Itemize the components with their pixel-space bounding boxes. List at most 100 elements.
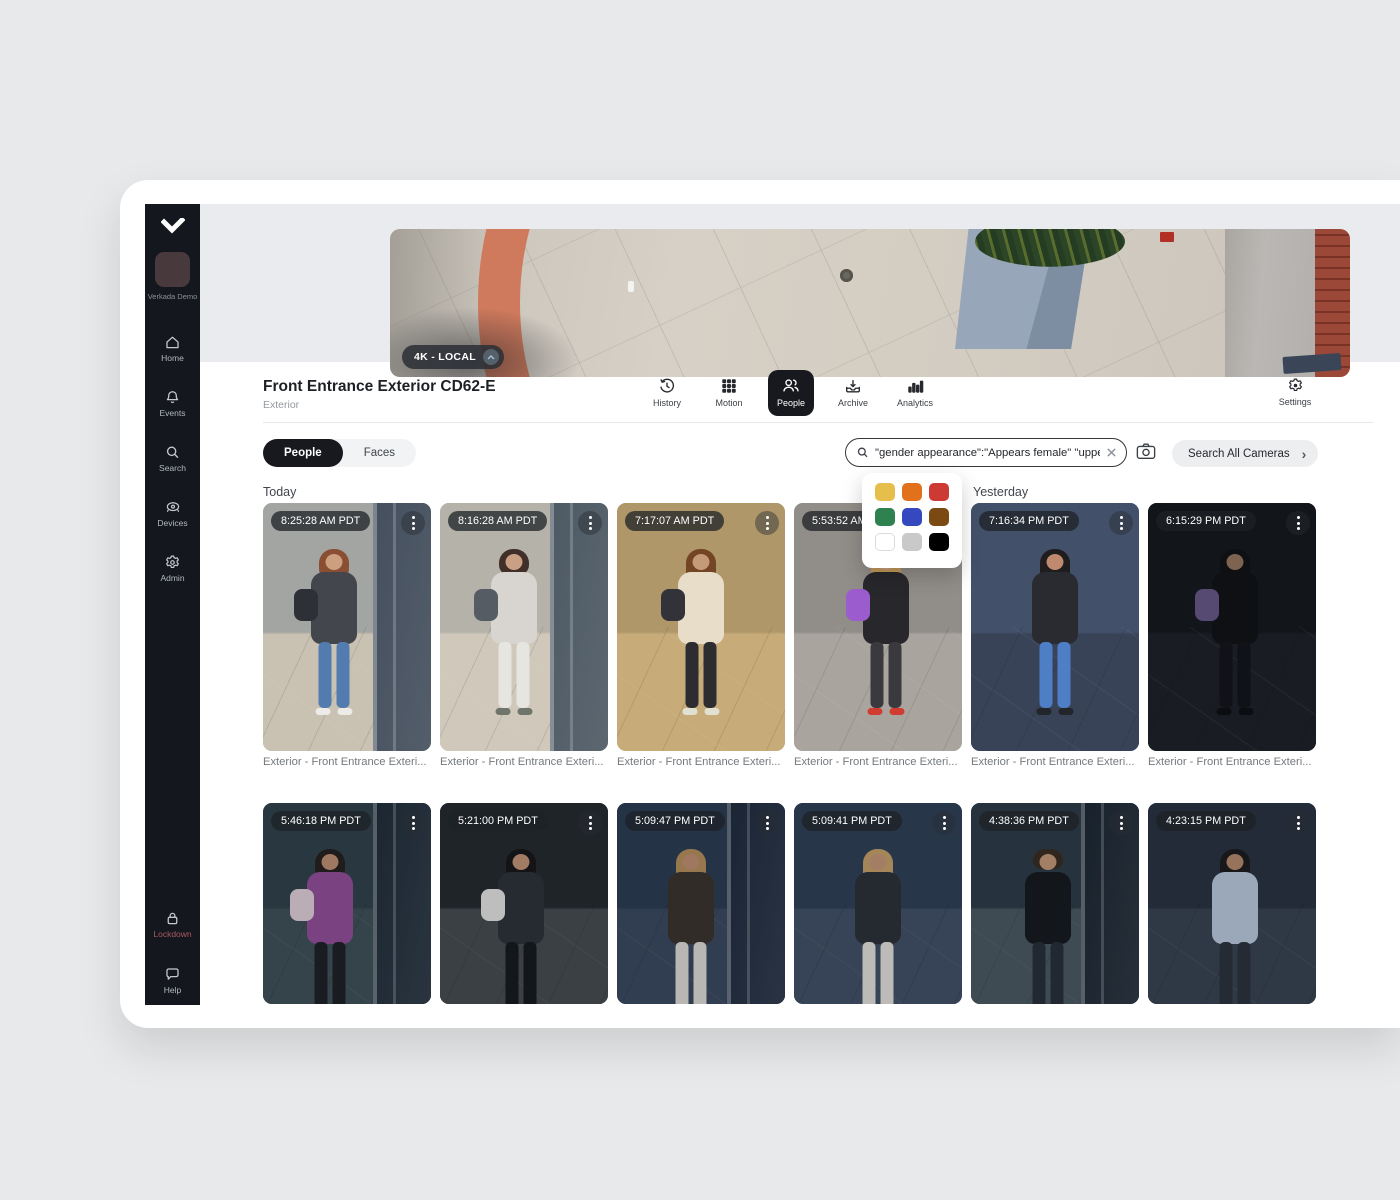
kebab-menu-icon[interactable] <box>1109 511 1133 535</box>
kebab-menu-icon[interactable] <box>578 511 602 535</box>
camera-icon <box>1136 442 1156 460</box>
search-icon <box>164 444 181 461</box>
color-swatch-brown[interactable] <box>929 508 949 526</box>
kebab-menu-icon[interactable] <box>401 811 425 835</box>
camera-live-view[interactable]: 4K - LOCAL <box>390 229 1350 377</box>
color-swatch-blue[interactable] <box>902 508 922 526</box>
search-icon <box>856 446 869 459</box>
detection-thumbnail[interactable]: 8:25:28 AM PDT <box>263 503 431 751</box>
timestamp-badge: 6:15:29 PM PDT <box>1156 511 1256 531</box>
tab-archive[interactable]: Archive <box>830 370 876 416</box>
detection-thumbnail[interactable]: 4:23:15 PM PDT <box>1148 803 1316 1004</box>
page-subtitle: Exterior <box>263 399 299 411</box>
detection-thumbnail[interactable]: 5:09:41 PM PDT <box>794 803 962 1004</box>
color-swatch-gray[interactable] <box>902 533 922 551</box>
sidebar-item-admin[interactable]: Admin <box>145 554 200 583</box>
quality-label: 4K - LOCAL <box>414 351 476 363</box>
home-icon <box>164 334 181 351</box>
detection-thumbnail[interactable]: 5:09:47 PM PDT <box>617 803 785 1004</box>
timestamp-badge: 5:09:41 PM PDT <box>802 811 902 831</box>
detection-thumbnail[interactable]: 5:46:18 PM PDT <box>263 803 431 1004</box>
timestamp-badge: 8:25:28 AM PDT <box>271 511 370 531</box>
segment-people[interactable]: People <box>263 439 343 467</box>
org-avatar[interactable] <box>155 252 190 287</box>
detection-thumbnail[interactable]: 8:16:28 AM PDT <box>440 503 608 751</box>
detection-thumbnail[interactable]: 6:15:29 PM PDT <box>1148 503 1316 751</box>
image-search-button[interactable] <box>1136 442 1156 465</box>
thumbnail-caption: Exterior - Front Entrance Exteri... <box>440 756 608 768</box>
kebab-menu-icon[interactable] <box>755 511 779 535</box>
search-all-cameras-button[interactable]: Search All Cameras › <box>1172 440 1318 467</box>
red-sign <box>1160 232 1174 242</box>
sidebar-item-help[interactable]: Help <box>145 966 200 995</box>
sidebar-item-search[interactable]: Search <box>145 444 200 473</box>
timestamp-badge: 4:23:15 PM PDT <box>1156 811 1256 831</box>
page-title: Front Entrance Exterior CD62-E <box>263 378 496 396</box>
chevron-right-icon: › <box>1302 446 1307 462</box>
color-swatch-grid <box>875 483 962 551</box>
motion-grid-icon <box>720 377 738 395</box>
color-swatch-orange[interactable] <box>902 483 922 501</box>
analytics-bars-icon <box>906 377 924 395</box>
clear-search-icon[interactable] <box>1106 447 1117 458</box>
sidebar-item-home[interactable]: Home <box>145 334 200 363</box>
color-swatch-green[interactable] <box>875 508 895 526</box>
thumbnail-caption: Exterior - Front Entrance Exteri... <box>971 756 1139 768</box>
bell-icon <box>164 389 181 406</box>
archive-icon <box>844 377 862 395</box>
people-icon <box>782 377 800 395</box>
search-all-label: Search All Cameras <box>1188 448 1290 460</box>
kebab-menu-icon[interactable] <box>1286 511 1310 535</box>
timestamp-badge: 4:38:36 PM PDT <box>979 811 1079 831</box>
detection-thumbnail[interactable]: 5:21:00 PM PDT <box>440 803 608 1004</box>
lock-icon <box>164 910 181 927</box>
kebab-menu-icon[interactable] <box>755 811 779 835</box>
tab-motion[interactable]: Motion <box>706 370 752 416</box>
detection-thumbnail[interactable]: 7:16:34 PM PDT <box>971 503 1139 751</box>
kebab-menu-icon[interactable] <box>578 811 602 835</box>
color-swatch-white[interactable] <box>875 533 895 551</box>
video-stage: 4K - LOCAL <box>200 204 1400 362</box>
tab-analytics[interactable]: Analytics <box>892 370 938 416</box>
sidebar: Verkada Demo Home Events Search Devices … <box>145 204 200 1005</box>
org-name: Verkada Demo <box>145 292 200 302</box>
segment-faces[interactable]: Faces <box>343 439 416 467</box>
kebab-menu-icon[interactable] <box>401 511 425 535</box>
pavement-speck <box>628 281 634 292</box>
timestamp-badge: 7:16:34 PM PDT <box>979 511 1079 531</box>
color-swatch-yellow[interactable] <box>875 483 895 501</box>
thumbnail-caption: Exterior - Front Entrance Exteri... <box>1148 756 1316 768</box>
detection-thumbnail[interactable]: 7:17:07 AM PDT <box>617 503 785 751</box>
attribute-search-input[interactable]: "gender appearance":"Appears female" "up… <box>845 438 1127 467</box>
detection-thumbnail[interactable]: 4:38:36 PM PDT <box>971 803 1139 1004</box>
group-label-yesterday: Yesterday <box>973 485 1028 499</box>
chat-icon <box>164 966 181 983</box>
timestamp-badge: 5:46:18 PM PDT <box>271 811 371 831</box>
header-divider <box>263 422 1373 423</box>
timestamp-badge: 8:16:28 AM PDT <box>448 511 547 531</box>
camera-device-icon <box>164 499 182 516</box>
tab-history[interactable]: History <box>644 370 690 416</box>
kebab-menu-icon[interactable] <box>1286 811 1310 835</box>
search-query-text: "gender appearance":"Appears female" "up… <box>875 447 1100 459</box>
kebab-menu-icon[interactable] <box>1109 811 1133 835</box>
stream-quality-badge[interactable]: 4K - LOCAL <box>402 345 504 369</box>
thumbnail-caption: Exterior - Front Entrance Exteri... <box>263 756 431 768</box>
sidebar-item-events[interactable]: Events <box>145 389 200 418</box>
group-label-today: Today <box>263 485 296 499</box>
gear-icon <box>1287 377 1304 394</box>
gear-icon <box>164 554 181 571</box>
color-swatch-red[interactable] <box>929 483 949 501</box>
thumbnail-caption: Exterior - Front Entrance Exteri... <box>617 756 785 768</box>
sidebar-item-lockdown[interactable]: Lockdown <box>145 910 200 939</box>
tab-people[interactable]: People <box>768 370 814 416</box>
color-swatch-black[interactable] <box>929 533 949 551</box>
color-filter-dropdown <box>862 473 962 568</box>
kebab-menu-icon[interactable] <box>932 811 956 835</box>
verkada-logo-icon <box>145 218 200 240</box>
chevron-up-icon <box>483 349 499 365</box>
thumbnail-caption: Exterior - Front Entrance Exteri... <box>794 756 962 768</box>
settings-button[interactable]: Settings <box>1271 370 1319 416</box>
sidebar-item-devices[interactable]: Devices <box>145 499 200 528</box>
people-faces-toggle: People Faces <box>263 439 416 467</box>
